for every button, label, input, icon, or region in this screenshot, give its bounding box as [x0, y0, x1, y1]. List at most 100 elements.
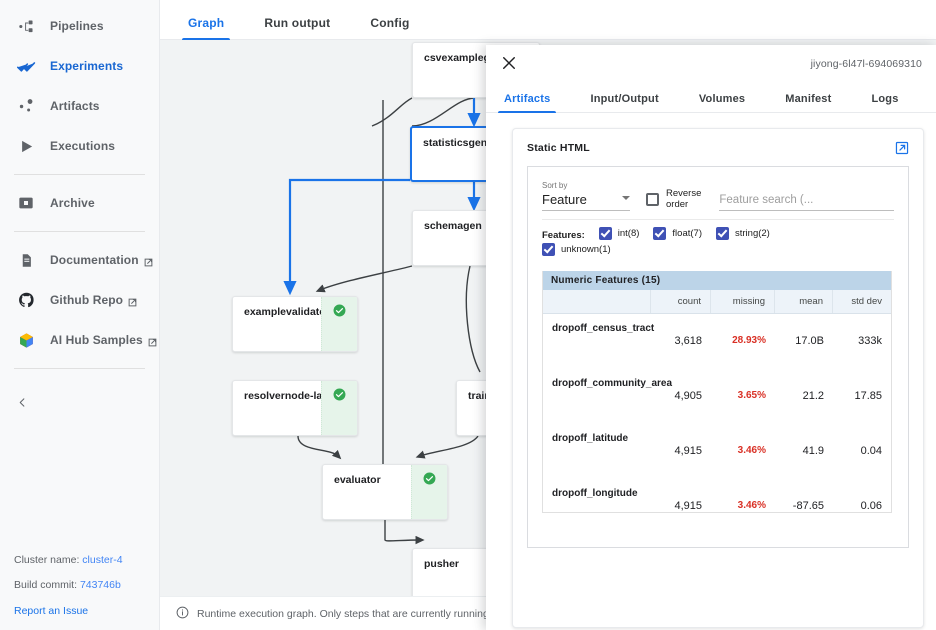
cluster-name-label: Cluster name:	[14, 553, 83, 566]
checkbox-checked-icon	[542, 243, 555, 256]
tab-graph[interactable]: Graph	[182, 16, 231, 40]
feature-filter-unknown[interactable]: unknown(1)	[542, 243, 611, 256]
feature-filter-int[interactable]: int(8)	[598, 227, 640, 240]
cell-count: 4,915	[674, 445, 702, 457]
github-icon	[16, 290, 36, 310]
panel-tabbar: Artifacts Input/Output Volumes Manifest …	[486, 83, 936, 113]
external-link-icon	[128, 296, 137, 306]
executions-icon	[16, 136, 36, 156]
table-row[interactable]: dropoff_longitude 4,915 3.46% -87.65 0.0…	[543, 479, 891, 512]
sort-by-select[interactable]: Sort by Feature	[542, 181, 630, 211]
cell-missing: 28.93%	[732, 335, 766, 346]
panel-tab-input-output[interactable]: Input/Output	[586, 93, 662, 112]
feature-search-input[interactable]: Feature search (...	[719, 194, 894, 211]
experiments-icon	[16, 56, 36, 76]
feature-filter-float[interactable]: float(7)	[653, 227, 702, 240]
row-spacing	[543, 402, 891, 424]
sidebar-collapse-button[interactable]	[0, 391, 40, 417]
tab-config[interactable]: Config	[364, 16, 415, 39]
info-icon	[176, 606, 189, 622]
sidebar-item-label: Executions	[50, 139, 116, 153]
graph-node-evaluator[interactable]: evaluator	[322, 464, 448, 520]
static-html-iframe[interactable]: Sort by Feature Reverse order Feature se…	[527, 166, 909, 548]
open-in-new-icon[interactable]	[895, 141, 909, 155]
sidebar-item-documentation[interactable]: Documentation	[0, 242, 159, 278]
cell-std-dev: 333k	[858, 335, 882, 347]
cell-count: 3,618	[674, 335, 702, 347]
viewer-header: Static HTML	[527, 141, 909, 155]
graph-node-label: examplevalidator	[244, 306, 321, 318]
sidebar-item-pipelines[interactable]: Pipelines	[0, 8, 159, 44]
cluster-name-value[interactable]: cluster-4	[82, 554, 122, 566]
chevron-left-icon	[17, 395, 28, 413]
cell-std-dev: 17.85	[854, 390, 882, 402]
feature-filter-label: unknown(1)	[561, 244, 611, 255]
archive-icon	[16, 193, 36, 213]
build-commit-value[interactable]: 743746b	[80, 579, 121, 591]
documentation-icon	[16, 250, 36, 270]
feature-filter-label: int(8)	[617, 228, 640, 239]
sidebar-item-experiments[interactable]: Experiments	[0, 48, 159, 84]
column-header-missing: missing	[711, 290, 775, 313]
table-row[interactable]: dropoff_community_area 4,905 3.65% 21.2 …	[543, 369, 891, 402]
row-spacer	[543, 499, 651, 512]
panel-tab-artifacts[interactable]: Artifacts	[497, 93, 557, 113]
app-root: Pipelines Experiments Artifacts Executio…	[0, 0, 936, 630]
sidebar-item-ai-hub-samples[interactable]: AI Hub Samples	[0, 322, 159, 358]
sidebar-item-github-repo[interactable]: Github Repo	[0, 282, 159, 318]
cell-std-dev: 0.04	[860, 445, 882, 457]
cell-mean: 17.0B	[795, 335, 824, 347]
feature-filter-label: float(7)	[672, 228, 702, 239]
sidebar-item-label: Github Repo	[50, 293, 124, 307]
reverse-order-label-line1: Reverse	[666, 188, 702, 200]
graph-node-status	[411, 465, 447, 519]
feature-name: dropoff_latitude	[552, 433, 629, 444]
close-icon[interactable]	[500, 54, 520, 74]
cell-missing: 3.46%	[737, 445, 766, 456]
graph-node-examplevalidator[interactable]: examplevalidator	[232, 296, 358, 352]
reverse-order-checkbox[interactable]: Reverse order	[646, 188, 702, 210]
cell-count: 4,915	[674, 500, 702, 512]
reverse-order-label-line2: order	[666, 198, 689, 210]
table-row[interactable]: dropoff_latitude 4,915 3.46% 41.9 0.04	[543, 424, 891, 457]
viewer-title: Static HTML	[527, 142, 590, 154]
cell-count: 4,905	[674, 390, 702, 402]
tab-run-output[interactable]: Run output	[258, 16, 336, 39]
sidebar-item-artifacts[interactable]: Artifacts	[0, 88, 159, 124]
column-header-std-dev: std dev	[851, 296, 882, 307]
features-label: Features:	[542, 229, 585, 241]
panel-tab-logs[interactable]: Logs	[867, 93, 902, 112]
row-spacing	[543, 347, 891, 369]
external-link-icon	[144, 256, 153, 266]
graph-node-label: resolvernode-lates...	[244, 390, 321, 402]
chevron-down-icon	[622, 196, 630, 200]
pipelines-icon	[16, 16, 36, 36]
row-spacing	[543, 457, 891, 479]
sidebar-item-archive[interactable]: Archive	[0, 185, 159, 221]
table-row[interactable]: dropoff_census_tract 3,618 28.93% 17.0B …	[543, 314, 891, 347]
report-issue-link[interactable]: Report an Issue	[14, 605, 123, 617]
artifact-side-panel: jiyong-6l47l-694069310 Artifacts Input/O…	[486, 45, 936, 630]
graph-node-label: evaluator	[334, 474, 381, 486]
column-header-spacer	[543, 290, 651, 313]
sidebar-item-executions[interactable]: Executions	[0, 128, 159, 164]
build-commit-label: Build commit:	[14, 579, 80, 591]
sidebar-divider-2	[14, 231, 145, 232]
checkbox-checked-icon	[653, 227, 667, 240]
panel-tab-manifest[interactable]: Manifest	[781, 93, 835, 112]
sidebar-item-label: Pipelines	[50, 19, 104, 33]
cell-missing: 3.46%	[737, 500, 766, 511]
sidebar-divider-1	[14, 174, 145, 175]
panel-header: jiyong-6l47l-694069310	[486, 45, 936, 83]
feature-filter-string[interactable]: string(2)	[716, 227, 770, 240]
row-spacer	[543, 334, 651, 347]
panel-tab-volumes[interactable]: Volumes	[695, 93, 749, 112]
numeric-features-table: Numeric Features (15) count missing mean…	[542, 271, 892, 513]
sidebar-item-label: Experiments	[50, 59, 124, 73]
panel-body: Static HTML Sort by Feature Reverse orde…	[486, 114, 936, 630]
column-header-count: count	[651, 290, 711, 313]
feature-name: dropoff_longitude	[552, 488, 638, 499]
graph-node-resolvernode[interactable]: resolvernode-lates...	[232, 380, 358, 436]
sidebar-item-label: Artifacts	[50, 99, 100, 113]
static-html-viewer-card: Static HTML Sort by Feature Reverse orde…	[512, 128, 924, 628]
